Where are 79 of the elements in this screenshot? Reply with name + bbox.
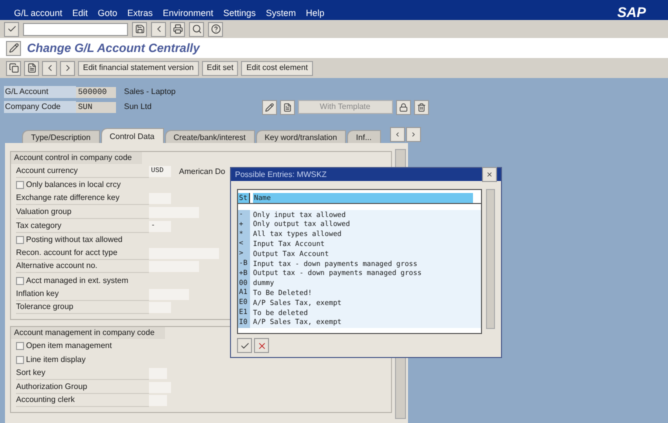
toolbar-button[interactable]: Edit financial statement version bbox=[78, 60, 199, 76]
checkbox-label: Line item display bbox=[26, 354, 86, 366]
group-title: Account management in company code bbox=[11, 326, 165, 339]
screen-title: Change G/L Account Centrally bbox=[27, 40, 200, 57]
field-label: Valuation group bbox=[16, 206, 149, 220]
input-field[interactable] bbox=[149, 368, 167, 380]
field-label: G/L Account bbox=[4, 86, 76, 98]
display-change-icon[interactable] bbox=[6, 40, 21, 56]
copy-icon[interactable] bbox=[6, 60, 21, 76]
input-field[interactable] bbox=[149, 288, 189, 300]
previous-icon[interactable] bbox=[42, 60, 57, 76]
command-field[interactable] bbox=[23, 22, 128, 36]
next-icon[interactable] bbox=[60, 60, 75, 76]
menu-item[interactable]: Goto bbox=[98, 9, 118, 18]
cancel-icon[interactable] bbox=[254, 338, 269, 353]
checkbox-label: Only balances in local crcy bbox=[26, 179, 121, 192]
checkbox[interactable] bbox=[16, 342, 24, 350]
logo: SAP bbox=[617, 3, 646, 22]
pencil-icon[interactable] bbox=[262, 100, 277, 114]
input-field[interactable]: SUN bbox=[76, 102, 116, 112]
scroll-right-icon[interactable] bbox=[406, 127, 421, 142]
close-icon[interactable] bbox=[482, 167, 497, 182]
input-field[interactable] bbox=[149, 261, 199, 272]
print-icon[interactable] bbox=[170, 22, 185, 36]
save-icon[interactable] bbox=[132, 22, 147, 36]
toolbar-button[interactable]: Edit cost element bbox=[241, 60, 313, 76]
help-icon[interactable] bbox=[208, 22, 223, 36]
input-field[interactable] bbox=[149, 302, 171, 314]
checkbox[interactable] bbox=[16, 181, 24, 190]
description-text: Sun Ltd bbox=[124, 101, 152, 113]
tab[interactable]: Control Data bbox=[100, 128, 164, 143]
tab[interactable]: Create/bank/interest bbox=[164, 130, 255, 143]
field-label: Exchange rate difference key bbox=[16, 192, 149, 206]
menu-item[interactable]: Edit bbox=[72, 9, 88, 18]
field-label: Tolerance group bbox=[16, 301, 149, 314]
lock-icon[interactable] bbox=[396, 100, 411, 114]
page-icon[interactable] bbox=[280, 100, 295, 114]
checkbox-label: Open item management bbox=[26, 340, 112, 352]
field-label: Accounting clerk bbox=[16, 394, 149, 408]
scroll-left-icon[interactable] bbox=[390, 127, 405, 142]
checkbox[interactable] bbox=[16, 276, 24, 285]
group-title: Account control in company code bbox=[11, 152, 142, 164]
field-label: Recon. account for acct type bbox=[16, 246, 149, 260]
input-field[interactable] bbox=[149, 193, 171, 204]
menu-item[interactable]: Settings bbox=[223, 9, 256, 18]
field-label: Company Code bbox=[4, 101, 76, 113]
field-label: Alternative account no. bbox=[16, 260, 149, 274]
description-text: American Do bbox=[179, 166, 226, 178]
menu-item[interactable]: G/L account bbox=[14, 9, 62, 18]
tab[interactable]: Key word/translation bbox=[256, 130, 346, 143]
description-text: Sales - Laptop bbox=[124, 86, 176, 98]
toolbar-button[interactable]: Edit set bbox=[202, 60, 238, 76]
menu-item[interactable]: Help bbox=[306, 9, 324, 18]
check-icon[interactable] bbox=[237, 338, 252, 353]
field-label: Tax category bbox=[16, 220, 149, 233]
checkbox[interactable] bbox=[16, 236, 24, 244]
menu-item[interactable]: Extras bbox=[127, 9, 153, 18]
back-icon[interactable] bbox=[151, 22, 166, 36]
trash-icon[interactable] bbox=[414, 100, 429, 114]
search-icon[interactable] bbox=[189, 22, 204, 36]
input-field[interactable] bbox=[149, 207, 199, 218]
input-field[interactable] bbox=[149, 382, 171, 393]
document-icon[interactable] bbox=[24, 60, 39, 76]
menu-item[interactable]: Environment bbox=[162, 9, 214, 18]
checkbox-label: Acct managed in ext. system bbox=[26, 274, 128, 287]
menu-item[interactable]: System bbox=[266, 9, 296, 18]
input-field[interactable]: 500000 bbox=[76, 86, 116, 98]
tab[interactable]: Inf... bbox=[347, 130, 381, 143]
checkbox-label: Posting without tax allowed bbox=[26, 234, 122, 246]
input-field[interactable] bbox=[149, 248, 219, 259]
dialog-title: Possible Entries: MWSKZ bbox=[235, 168, 327, 180]
field-label: Authorization Group bbox=[16, 380, 149, 394]
field-label: Sort key bbox=[16, 367, 149, 380]
field-label: Inflation key bbox=[16, 288, 149, 301]
check-icon[interactable] bbox=[4, 22, 19, 36]
tab[interactable]: Type/Description bbox=[22, 130, 100, 143]
checkbox[interactable] bbox=[16, 356, 24, 364]
input-field[interactable] bbox=[149, 395, 167, 406]
field-label: Account currency bbox=[16, 165, 149, 178]
